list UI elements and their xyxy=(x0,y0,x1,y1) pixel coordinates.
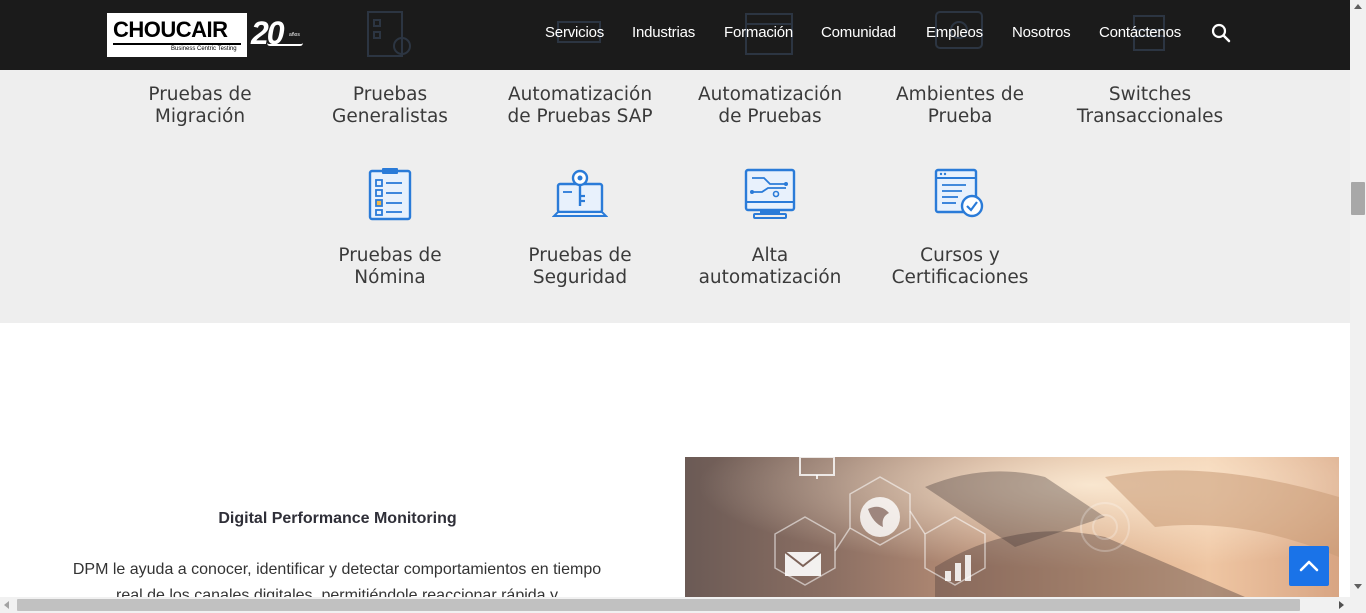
service-label-line: Nómina xyxy=(354,267,426,288)
service-label-line: Transaccionales xyxy=(1076,106,1224,127)
dpm-description-line: DPM le ayuda a conocer, identificar y de… xyxy=(72,561,602,578)
service-switches[interactable]: Switches Transaccionales xyxy=(1050,84,1250,128)
scroll-right-arrow-icon[interactable] xyxy=(1339,601,1344,609)
logo-wordmark: CHOUCAIR xyxy=(113,17,228,42)
laptop-key-icon[interactable] xyxy=(552,166,608,222)
nav-empleos[interactable]: Empleos xyxy=(926,24,983,41)
horizontal-scroll-thumb[interactable] xyxy=(17,599,1300,611)
service-label-line: Certificaciones xyxy=(891,267,1029,288)
logo-swoosh xyxy=(267,43,303,46)
circuit-monitor-icon[interactable] xyxy=(742,166,798,222)
service-automatizacion[interactable]: Automatización de Pruebas xyxy=(670,84,870,128)
scroll-down-arrow-icon[interactable] xyxy=(1354,584,1362,589)
nav-formacion[interactable]: Formación xyxy=(724,24,793,41)
service-label-line: Automatización xyxy=(697,84,843,105)
services-grid: Pruebas de Migración Pruebas Generalista… xyxy=(0,70,1350,323)
nav-servicios[interactable]: Servicios xyxy=(545,24,604,41)
service-alta-automatizacion[interactable]: Alta automatización xyxy=(670,245,870,289)
service-label-line: Pruebas de xyxy=(148,84,252,105)
service-label-line: Alta xyxy=(751,245,789,266)
vertical-scroll-thumb[interactable] xyxy=(1351,182,1365,215)
top-navigation-bar: CHOUCAIR Business Centric Testing 20 año… xyxy=(0,0,1350,70)
nav-comunidad[interactable]: Comunidad xyxy=(821,24,896,41)
search-icon[interactable] xyxy=(1210,22,1232,44)
service-label-line: automatización xyxy=(698,267,842,288)
ghost-checklist-icon xyxy=(367,11,411,57)
nav-contactenos[interactable]: Contáctenos xyxy=(1099,24,1181,41)
service-label-line: Ambientes de xyxy=(896,84,1024,105)
service-label-line: de Pruebas SAP xyxy=(507,106,653,127)
scroll-up-arrow-icon[interactable] xyxy=(1354,4,1362,9)
service-label-line: Switches xyxy=(1108,84,1192,105)
service-label-line: Prueba xyxy=(927,106,993,127)
logo-badge: CHOUCAIR Business Centric Testing xyxy=(107,13,247,57)
service-label-line: de Pruebas xyxy=(718,106,822,127)
service-label-line: Automatización xyxy=(507,84,653,105)
service-seguridad[interactable]: Pruebas de Seguridad xyxy=(480,245,680,289)
scroll-left-arrow-icon[interactable] xyxy=(4,601,9,609)
nav-industrias[interactable]: Industrias xyxy=(632,24,695,41)
logo-anniversary-sub: años xyxy=(289,32,300,38)
service-nomina[interactable]: Pruebas de Nómina xyxy=(290,245,490,289)
chevron-up-icon xyxy=(1299,560,1319,572)
choucair-logo[interactable]: CHOUCAIR Business Centric Testing 20 año… xyxy=(107,13,307,59)
dpm-heading: Digital Performance Monitoring xyxy=(218,510,457,527)
certificate-check-icon[interactable] xyxy=(932,166,988,222)
service-automatizacion-sap[interactable]: Automatización de Pruebas SAP xyxy=(480,84,680,128)
service-cursos[interactable]: Cursos y Certificaciones xyxy=(860,245,1060,289)
service-migracion[interactable]: Pruebas de Migración xyxy=(100,84,300,128)
vertical-scrollbar[interactable] xyxy=(1350,0,1366,597)
logo-divider xyxy=(113,43,241,45)
hero-image xyxy=(685,457,1339,597)
digital-network-illustration xyxy=(685,457,1339,597)
service-label-line: Seguridad xyxy=(532,267,628,288)
service-ambientes[interactable]: Ambientes de Prueba xyxy=(860,84,1060,128)
logo-tagline: Business Centric Testing xyxy=(171,46,237,52)
service-label-line: Pruebas de xyxy=(338,245,442,266)
service-label-line: Generalistas xyxy=(332,106,448,127)
back-to-top-button[interactable] xyxy=(1289,546,1329,586)
checklist-clipboard-icon[interactable] xyxy=(362,166,418,222)
service-label-line: Pruebas xyxy=(352,84,428,105)
nav-nosotros[interactable]: Nosotros xyxy=(1012,24,1071,41)
service-generalistas[interactable]: Pruebas Generalistas xyxy=(290,84,490,128)
service-label-line: Pruebas de xyxy=(528,245,632,266)
service-label-line: Migración xyxy=(154,106,246,127)
service-label-line: Cursos y xyxy=(920,245,1000,266)
